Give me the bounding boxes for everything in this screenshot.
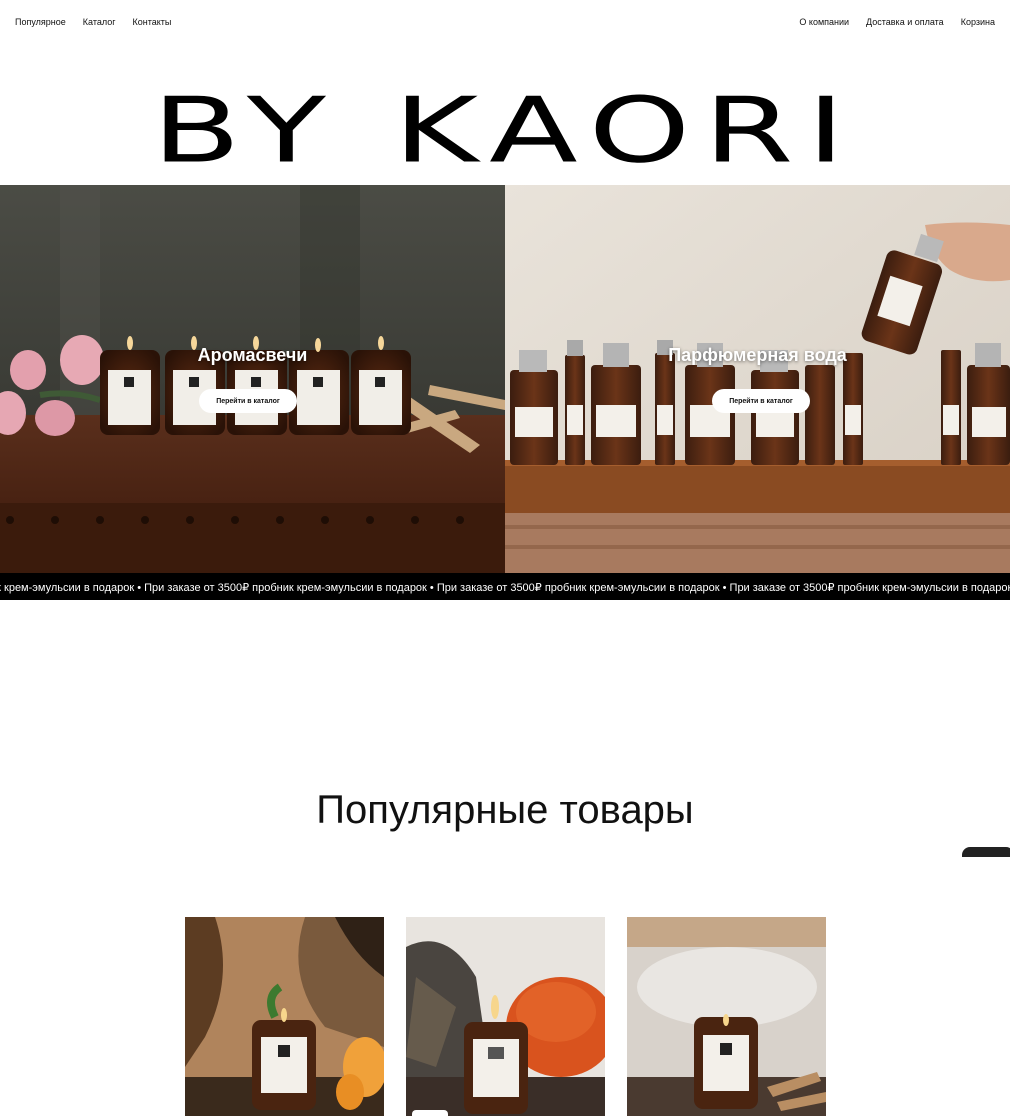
top-nav: Популярное Каталог Контакты О компании Д… bbox=[0, 0, 1010, 44]
candles-photo bbox=[0, 185, 505, 573]
hero: Аромасвечи Перейти в каталог Парфюмерная… bbox=[0, 185, 1010, 573]
nav-link-cart[interactable]: Корзина bbox=[961, 17, 995, 27]
product-image bbox=[406, 917, 605, 1116]
catalog-button-perfume[interactable]: Перейти в каталог bbox=[712, 389, 810, 413]
product-image bbox=[185, 917, 384, 1116]
hero-title-perfume: Парфюмерная вода bbox=[668, 345, 847, 365]
nav-link-catalog[interactable]: Каталог bbox=[83, 17, 116, 27]
promo-ticker-text: ик крем-эмульсии в подарок • При заказе … bbox=[0, 582, 1010, 594]
side-widget-tab[interactable] bbox=[962, 847, 1010, 857]
product-image bbox=[627, 917, 826, 1116]
nav-link-popular[interactable]: Популярное bbox=[15, 17, 66, 27]
perfume-photo bbox=[505, 185, 1010, 573]
promo-ticker: ик крем-эмульсии в подарок • При заказе … bbox=[0, 573, 1010, 600]
section-title-popular: Популярные товары bbox=[316, 788, 694, 832]
product-card[interactable] bbox=[406, 917, 605, 1116]
catalog-button-candles[interactable]: Перейти в каталог bbox=[199, 389, 297, 413]
nav-left: Популярное Каталог Контакты bbox=[15, 17, 171, 27]
hero-panel-perfume[interactable]: Парфюмерная вода Перейти в каталог bbox=[505, 185, 1010, 573]
nav-link-delivery[interactable]: Доставка и оплата bbox=[866, 17, 944, 27]
product-card[interactable] bbox=[627, 917, 826, 1116]
brand-logo[interactable]: BY KAORI bbox=[0, 86, 1010, 176]
nav-link-about[interactable]: О компании bbox=[799, 17, 849, 27]
hero-title-candles: Аромасвечи bbox=[197, 345, 308, 365]
hero-panel-candles[interactable]: Аромасвечи Перейти в каталог bbox=[0, 185, 505, 573]
nav-right: О компании Доставка и оплата Корзина bbox=[799, 17, 995, 27]
product-card[interactable] bbox=[185, 917, 384, 1116]
nav-link-contacts[interactable]: Контакты bbox=[132, 17, 171, 27]
product-badge bbox=[412, 1110, 448, 1116]
